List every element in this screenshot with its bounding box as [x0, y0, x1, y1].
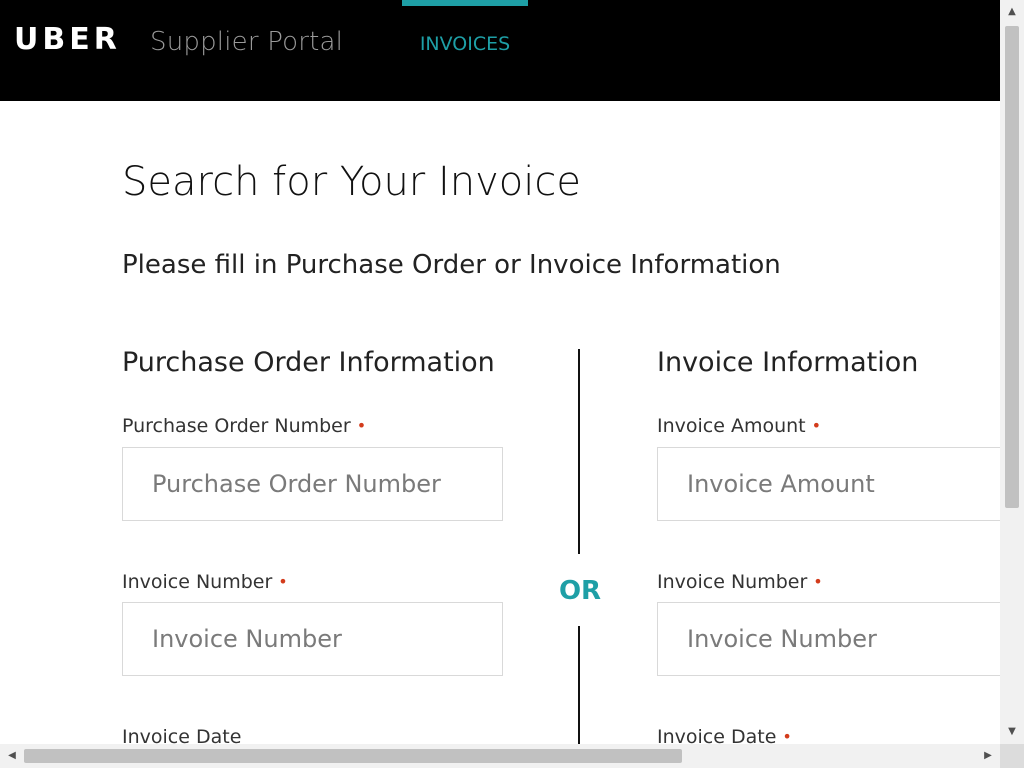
vertical-scroll-thumb[interactable]: [1005, 26, 1019, 508]
page-title: Search for Your Invoice: [122, 159, 581, 205]
invoice-amount-label: Invoice Amount •: [657, 414, 821, 439]
po-number-input[interactable]: [122, 447, 503, 521]
po-invoice-number-label-text: Invoice Number: [122, 571, 273, 593]
triangle-down-icon[interactable]: ▼: [1000, 720, 1024, 744]
invoice-number-label: Invoice Number •: [657, 570, 823, 595]
scrollbar-corner: [1000, 744, 1024, 768]
po-invoice-date-label: Invoice Date: [122, 725, 241, 744]
invoice-amount-label-text: Invoice Amount: [657, 415, 806, 437]
invoice-section-title: Invoice Information: [657, 347, 919, 378]
po-invoice-number-label: Invoice Number •: [122, 570, 288, 595]
vertical-scrollbar[interactable]: ▲ ▼: [1000, 0, 1024, 744]
active-tab-indicator: [402, 0, 528, 6]
page-viewport: UBER Supplier Portal INVOICES Search for…: [0, 0, 1000, 744]
portal-name: Supplier Portal: [150, 27, 344, 57]
divider-line-top: [578, 349, 580, 554]
nav-tab-invoices[interactable]: INVOICES: [402, 0, 528, 101]
nav-tab-invoices-label: INVOICES: [419, 33, 511, 55]
po-invoice-number-input[interactable]: [122, 602, 503, 676]
invoice-number-input[interactable]: [657, 602, 1000, 676]
divider-line-bottom: [578, 626, 580, 744]
invoice-date-label-text: Invoice Date: [657, 726, 777, 744]
required-indicator: •: [813, 572, 823, 591]
triangle-left-icon[interactable]: ◀: [0, 744, 24, 768]
po-number-label-text: Purchase Order Number: [122, 415, 351, 437]
required-indicator: •: [811, 416, 822, 435]
or-divider-label: OR: [558, 576, 602, 606]
invoice-number-label-text: Invoice Number: [657, 571, 808, 593]
top-header: UBER Supplier Portal INVOICES: [0, 0, 1000, 101]
po-invoice-date-label-text: Invoice Date: [122, 726, 242, 744]
required-indicator: •: [356, 416, 367, 435]
required-indicator: •: [278, 572, 288, 591]
triangle-up-icon[interactable]: ▲: [1000, 0, 1024, 24]
required-indicator: •: [782, 727, 792, 744]
triangle-right-icon[interactable]: ▶: [976, 744, 1000, 768]
page-subtitle: Please fill in Purchase Order or Invoice…: [122, 250, 781, 280]
invoice-date-label: Invoice Date •: [657, 725, 792, 744]
horizontal-scrollbar[interactable]: ◀ ▶: [0, 744, 1000, 768]
invoice-amount-input[interactable]: [657, 447, 1000, 521]
horizontal-scroll-thumb[interactable]: [24, 749, 682, 763]
uber-logo[interactable]: UBER: [14, 22, 121, 58]
po-number-label: Purchase Order Number •: [122, 414, 366, 439]
purchase-order-section-title: Purchase Order Information: [122, 347, 495, 378]
